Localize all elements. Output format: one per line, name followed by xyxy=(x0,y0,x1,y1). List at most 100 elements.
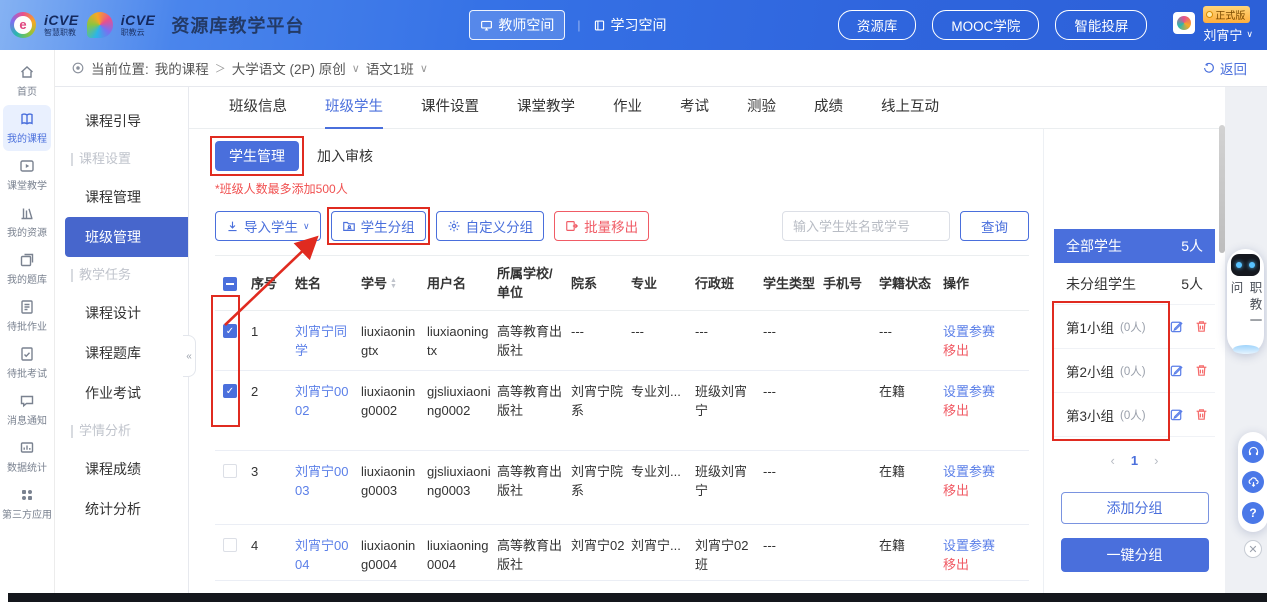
edit-icon[interactable] xyxy=(1169,319,1184,334)
student-search-input[interactable] xyxy=(782,211,950,241)
add-group-button[interactable]: 添加分组 xyxy=(1061,492,1209,524)
remove-card-icon xyxy=(565,219,579,233)
tab-homework[interactable]: 作业 xyxy=(613,87,642,129)
student-name-link[interactable]: 刘宵宁0002 xyxy=(295,382,357,420)
book-badge-icon xyxy=(593,19,606,32)
support-headset-icon[interactable] xyxy=(1242,441,1264,463)
row-checkbox[interactable]: ✓ xyxy=(223,324,237,338)
sidebar-item-homework-exam[interactable]: 作业考试 xyxy=(55,373,188,413)
crumb-prefix: 当前位置: xyxy=(91,58,149,78)
trash-icon[interactable] xyxy=(1194,363,1209,378)
rail-item-classroom-teaching[interactable]: 课堂教学 xyxy=(3,152,51,198)
tab-exam[interactable]: 考试 xyxy=(680,87,709,129)
sidebar-collapse-handle[interactable]: « xyxy=(183,335,196,377)
resource-lib-button[interactable]: 资源库 xyxy=(838,10,917,40)
set-contest-link[interactable]: 设置参赛 xyxy=(943,384,995,399)
tab-grades[interactable]: 成绩 xyxy=(814,87,843,129)
sidebar-item-course-manage[interactable]: 课程管理 xyxy=(55,177,188,217)
back-button[interactable]: 返回 xyxy=(1202,58,1247,78)
rail-item-notifications[interactable]: 消息通知 xyxy=(3,387,51,433)
sidebar-item-course-guide[interactable]: 课程引导 xyxy=(55,101,188,141)
table-row: ✓ 1 刘宵宁同学 liuxiaoningtx liuxiaoningtx 高等… xyxy=(215,311,1029,371)
rail-item-third-party-apps[interactable]: 第三方应用 xyxy=(3,481,51,527)
remove-link[interactable]: 移出 xyxy=(943,343,969,358)
student-name-link[interactable]: 刘宵宁0003 xyxy=(295,462,357,500)
robot-icon xyxy=(1231,254,1260,276)
set-contest-link[interactable]: 设置参赛 xyxy=(943,538,995,553)
tab-classroom-teaching[interactable]: 课堂教学 xyxy=(517,87,575,129)
sidebar-item-course-grades[interactable]: 课程成绩 xyxy=(55,449,188,489)
subtab-join-audit[interactable]: 加入审核 xyxy=(317,146,373,166)
rail-item-home[interactable]: 首页 xyxy=(3,58,51,104)
prev-page-icon[interactable]: ‹ xyxy=(1111,453,1115,468)
crumb-class-name[interactable]: 语文1班 xyxy=(366,58,414,78)
group-row[interactable]: 第3小组 (0人) xyxy=(1054,393,1215,437)
tab-courseware-settings[interactable]: 课件设置 xyxy=(421,87,479,129)
help-question-icon[interactable]: ? xyxy=(1242,502,1264,524)
mooc-button[interactable]: MOOC学院 xyxy=(932,10,1039,40)
set-contest-link[interactable]: 设置参赛 xyxy=(943,464,995,479)
trash-icon[interactable] xyxy=(1194,407,1209,422)
student-name-link[interactable]: 刘宵宁同学 xyxy=(295,322,357,360)
all-students-header[interactable]: 全部学生 5人 xyxy=(1054,229,1215,263)
rail-item-question-bank[interactable]: 我的题库 xyxy=(3,246,51,292)
crumb-course-name[interactable]: 大学语文 (2P) 原创 xyxy=(232,58,346,78)
tab-class-info[interactable]: 班级信息 xyxy=(229,87,287,129)
sidebar-section-teaching-tasks: 教学任务 xyxy=(55,257,188,293)
select-all-checkbox[interactable] xyxy=(223,277,237,291)
rail-item-my-resources[interactable]: 我的资源 xyxy=(3,199,51,245)
rail-item-pending-homework[interactable]: 待批作业 xyxy=(3,293,51,339)
top-header: iCVE 智慧职教 iCVE 职教云 资源库教学平台 教师空间 | 学习空间 资… xyxy=(0,0,1267,50)
student-group-button[interactable]: 学生分组 xyxy=(331,211,426,241)
vertical-scrollbar[interactable] xyxy=(1219,125,1225,253)
chevron-down-icon[interactable]: ∨ xyxy=(420,62,428,75)
edit-icon[interactable] xyxy=(1169,407,1184,422)
user-name[interactable]: 刘宵宁∨ xyxy=(1203,25,1253,44)
sidebar-item-class-manage[interactable]: 班级管理 xyxy=(65,217,188,257)
row-checkbox[interactable] xyxy=(223,464,237,478)
one-click-group-button[interactable]: 一键分组 xyxy=(1061,538,1209,572)
batch-remove-button[interactable]: 批量移出 xyxy=(554,211,649,241)
query-button[interactable]: 查询 xyxy=(960,211,1029,241)
assistant-widget[interactable]: 职教一问 xyxy=(1227,249,1264,354)
crumb-my-courses[interactable]: 我的课程 xyxy=(155,58,209,78)
remove-link[interactable]: 移出 xyxy=(943,557,969,572)
chevron-down-icon[interactable]: ∨ xyxy=(352,62,360,75)
tab-quiz[interactable]: 测验 xyxy=(747,87,776,129)
table-row: ✓ 2 刘宵宁0002 liuxiaoning0002 gjsliuxiaoni… xyxy=(215,371,1029,451)
sidebar-item-course-question-bank[interactable]: 课程题库 xyxy=(55,333,188,373)
row-checkbox[interactable]: ✓ xyxy=(223,384,237,398)
remove-link[interactable]: 移出 xyxy=(943,483,969,498)
sidebar-item-course-design[interactable]: 课程设计 xyxy=(55,293,188,333)
screen-cast-button[interactable]: 智能投屏 xyxy=(1055,10,1147,40)
set-contest-link[interactable]: 设置参赛 xyxy=(943,324,995,339)
close-icon[interactable]: ✕ xyxy=(1244,540,1262,558)
sort-icon[interactable]: ▲▼ xyxy=(390,278,397,290)
trash-icon[interactable] xyxy=(1194,319,1209,334)
tab-class-students[interactable]: 班级学生 xyxy=(325,87,383,129)
learning-space-button[interactable]: 学习空间 xyxy=(593,15,667,35)
remove-link[interactable]: 移出 xyxy=(943,403,969,418)
user-area[interactable]: 正式版 刘宵宁∨ xyxy=(1173,6,1253,44)
subtab-student-manage[interactable]: 学生管理 xyxy=(215,141,299,171)
group-row[interactable]: 第1小组 (0人) xyxy=(1054,305,1215,349)
custom-group-button[interactable]: 自定义分组 xyxy=(436,211,545,241)
group-row[interactable]: 第2小组 (0人) xyxy=(1054,349,1215,393)
edit-icon[interactable] xyxy=(1169,363,1184,378)
current-page[interactable]: 1 xyxy=(1131,453,1138,468)
next-page-icon[interactable]: › xyxy=(1154,453,1158,468)
student-name-link[interactable]: 刘宵宁0004 xyxy=(295,536,357,574)
sidebar-item-statistic-analysis[interactable]: 统计分析 xyxy=(55,489,188,529)
cloud-download-icon[interactable] xyxy=(1242,471,1264,493)
rail-item-statistics[interactable]: 数据统计 xyxy=(3,434,51,480)
rail-item-pending-exams[interactable]: 待批考试 xyxy=(3,340,51,386)
open-book-icon xyxy=(19,111,35,127)
import-students-button[interactable]: 导入学生 ∨ xyxy=(215,211,321,241)
ungrouped-students-row[interactable]: 未分组学生 5人 xyxy=(1054,263,1215,305)
row-checkbox[interactable] xyxy=(223,538,237,552)
version-badge: 正式版 xyxy=(1203,6,1250,23)
rail-item-my-courses[interactable]: 我的课程 xyxy=(3,105,51,151)
teacher-space-button[interactable]: 教师空间 xyxy=(469,10,565,40)
breadcrumb: 当前位置: 我的课程 ＞ 大学语文 (2P) 原创 ∨ 语文1班 ∨ 返回 xyxy=(55,50,1267,87)
tab-online-interaction[interactable]: 线上互动 xyxy=(881,87,939,129)
